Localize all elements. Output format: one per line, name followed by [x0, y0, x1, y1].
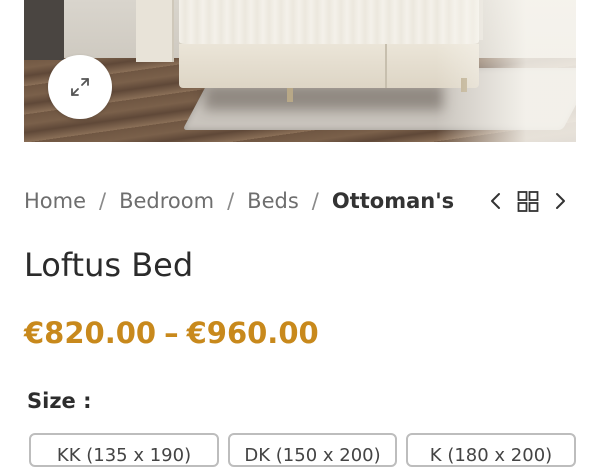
bed-base: [179, 44, 479, 88]
breadcrumb-bedroom[interactable]: Bedroom: [119, 189, 214, 213]
size-label-suffix: :: [75, 389, 92, 413]
size-option[interactable]: K (180 x 200): [406, 433, 576, 467]
price-min: €820.00: [24, 316, 157, 350]
size-label-text: Size: [27, 389, 76, 413]
breadcrumb-current: Ottoman's: [331, 189, 455, 213]
window-light: [436, 0, 576, 142]
breadcrumb: Home / Bedroom / Beds / Ottoman's: [24, 186, 454, 216]
price-separator: –: [164, 316, 179, 350]
chevron-right-icon: [556, 193, 565, 209]
wall-panel-decor: [136, 0, 174, 62]
product-title: Loftus Bed: [24, 246, 194, 284]
grid-icon: [517, 191, 539, 212]
price-max: €960.00: [186, 316, 319, 350]
bed-mattress: [179, 0, 479, 47]
breadcrumb-separator: /: [311, 189, 319, 213]
chevron-left-icon: [491, 193, 500, 209]
previous-product-button[interactable]: [486, 188, 506, 214]
breadcrumb-separator: /: [99, 189, 107, 213]
zoom-button[interactable]: [48, 55, 112, 119]
expand-arrows-icon: [71, 78, 89, 96]
next-product-button[interactable]: [550, 188, 570, 214]
size-label: Size :: [27, 389, 92, 413]
size-option[interactable]: KK (135 x 190): [29, 433, 219, 467]
back-to-products-button[interactable]: [516, 188, 540, 214]
breadcrumb-separator: /: [227, 189, 235, 213]
wall-decor: [24, 0, 64, 60]
product-price: €820.00– €960.00: [24, 316, 319, 350]
breadcrumb-home[interactable]: Home: [24, 189, 86, 213]
size-option[interactable]: DK (150 x 200): [228, 433, 397, 467]
bed-leg: [287, 88, 293, 102]
breadcrumb-beds[interactable]: Beds: [247, 189, 299, 213]
